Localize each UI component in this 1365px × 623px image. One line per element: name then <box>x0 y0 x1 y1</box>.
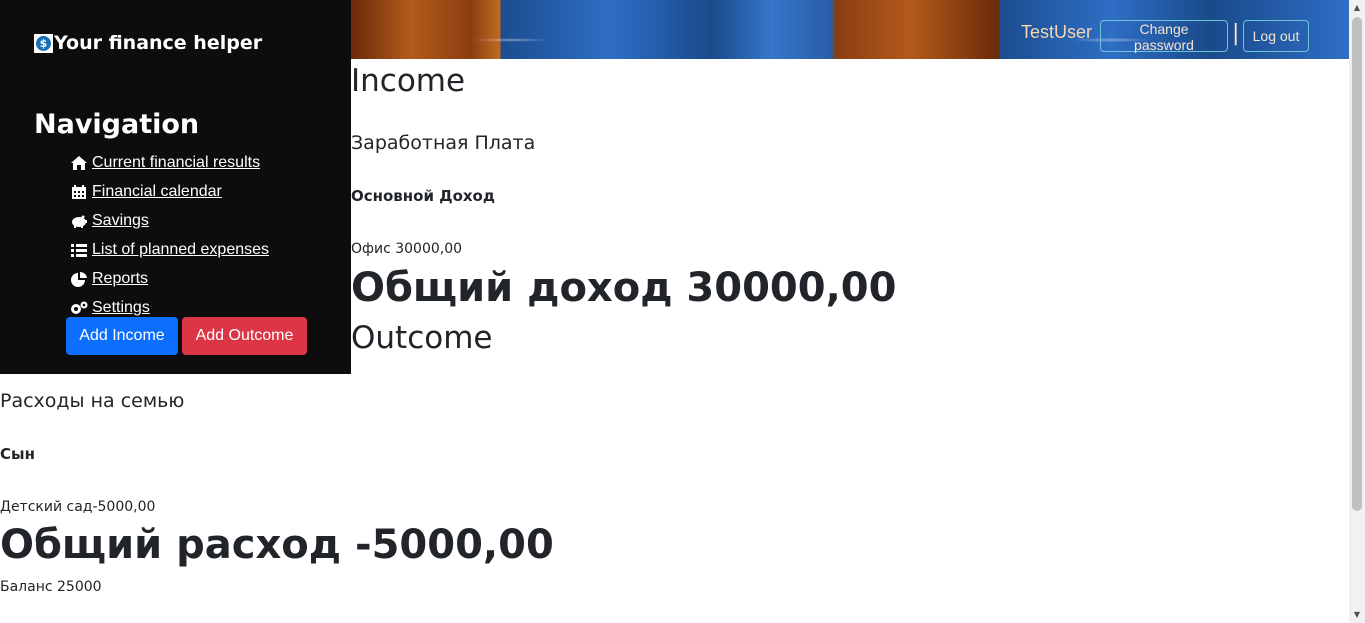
add-outcome-button[interactable]: Add Outcome <box>182 317 307 355</box>
header-separator: | <box>1232 21 1240 46</box>
add-income-button[interactable]: Add Income <box>66 317 178 355</box>
nav-link-savings[interactable]: Savings <box>70 212 149 230</box>
user-name: TestUser <box>1021 22 1093 42</box>
nav-label: List of planned expenses <box>92 240 270 258</box>
pie-chart-icon <box>70 271 88 287</box>
income-subcategory: Основной Доход <box>351 187 495 205</box>
nav-label: Savings <box>92 211 149 229</box>
income-item: Офис 30000,00 <box>351 241 463 257</box>
piggy-bank-icon <box>70 213 88 229</box>
brand[interactable]: $ Your finance helper <box>34 30 262 56</box>
scroll-up-icon[interactable]: ▲ <box>1349 0 1365 16</box>
balance: Баланс 25000 <box>0 579 102 595</box>
outcome-title: Outcome <box>351 320 493 356</box>
logout-button[interactable]: Log out <box>1243 20 1309 52</box>
brand-title: Your finance helper <box>54 32 263 54</box>
income-total: Общий доход 30000,00 <box>351 265 897 311</box>
nav-item-reports: Reports <box>70 264 269 293</box>
outcome-category: Расходы на семью <box>0 390 185 412</box>
home-icon <box>70 155 88 171</box>
nav-label: Financial calendar <box>92 182 222 200</box>
outcome-total: Общий расход -5000,00 <box>0 522 554 568</box>
outcome-subcategory: Сын <box>0 445 35 463</box>
nav-link-financial-calendar[interactable]: Financial calendar <box>70 183 222 201</box>
nav-item-planned-expenses: List of planned expenses <box>70 235 269 264</box>
nav-item-financial-calendar: Financial calendar <box>70 177 269 206</box>
nav-label: Current financial results <box>92 153 261 171</box>
change-password-button[interactable]: Change password <box>1100 20 1228 53</box>
nav-item-current-results: Current financial results <box>70 148 269 177</box>
scroll-down-icon[interactable]: ▼ <box>1349 607 1365 623</box>
sidebar: $ Your finance helper Navigation Current… <box>0 0 351 374</box>
outcome-item: Детский сад-5000,00 <box>0 499 156 515</box>
nav-item-savings: Savings <box>70 206 269 235</box>
income-category: Заработная Плата <box>351 132 536 154</box>
nav-label: Reports <box>92 269 149 287</box>
list-icon <box>70 242 88 258</box>
dollar-coin-icon: $ <box>34 33 53 53</box>
navigation-title: Navigation <box>34 109 200 140</box>
nav-label: Settings <box>92 298 150 316</box>
calendar-icon <box>70 184 88 200</box>
gears-icon <box>70 300 88 316</box>
scroll-thumb[interactable] <box>1352 17 1362 511</box>
nav-link-settings[interactable]: Settings <box>70 299 150 317</box>
nav-link-planned-expenses[interactable]: List of planned expenses <box>70 241 269 259</box>
nav-link-reports[interactable]: Reports <box>70 270 148 288</box>
nav-list: Current financial results Financial cale… <box>70 148 269 322</box>
income-title: Income <box>351 63 466 99</box>
vertical-scrollbar[interactable]: ▲ ▼ <box>1349 0 1365 623</box>
nav-link-current-results[interactable]: Current financial results <box>70 154 260 172</box>
